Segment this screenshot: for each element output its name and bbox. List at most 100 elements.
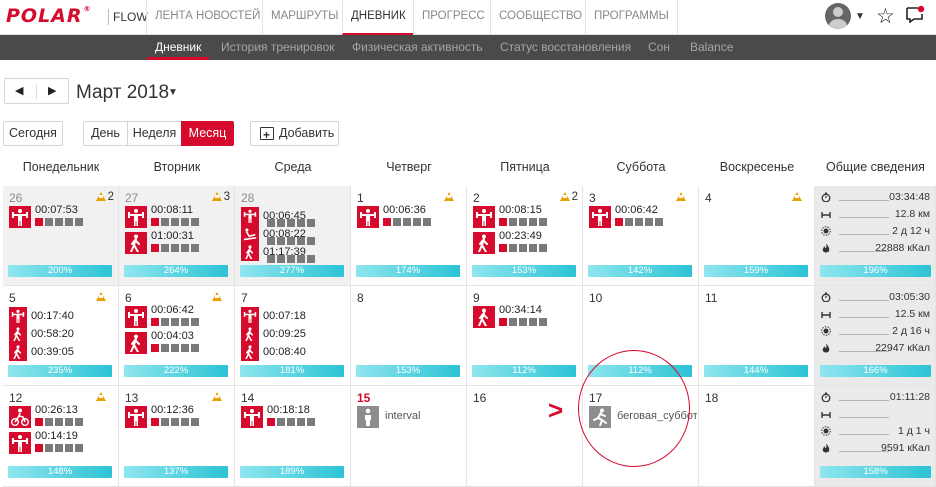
event-duration[interactable]: 00:08:15 bbox=[499, 204, 542, 216]
event-duration[interactable]: 00:34:14 bbox=[499, 304, 542, 316]
day-cell[interactable]: 3 00:06:42 142% bbox=[583, 186, 699, 286]
warning-indicator[interactable]: 3 bbox=[211, 191, 230, 203]
subnav-balance[interactable]: Balance bbox=[690, 35, 733, 60]
day-cell[interactable]: 8 153% bbox=[351, 286, 467, 386]
walking-icon[interactable] bbox=[241, 325, 259, 343]
warning-indicator[interactable] bbox=[96, 291, 106, 303]
walking-icon[interactable] bbox=[125, 332, 147, 354]
person-icon[interactable] bbox=[357, 406, 379, 428]
star-icon[interactable]: ☆ bbox=[876, 4, 895, 29]
nav-diary[interactable]: ДНЕВНИК bbox=[342, 0, 414, 35]
event-duration[interactable]: 01:00:31 bbox=[151, 230, 194, 242]
walking-icon[interactable] bbox=[9, 343, 27, 361]
month-selector[interactable]: Март 2018 bbox=[76, 82, 169, 104]
walking-icon[interactable] bbox=[473, 306, 495, 328]
day-cell[interactable]: 11 144% bbox=[699, 286, 815, 386]
walking-icon[interactable] bbox=[125, 232, 147, 254]
view-week-button[interactable]: Неделя bbox=[127, 121, 182, 146]
day-cell[interactable]: 9 00:34:14 112% bbox=[467, 286, 583, 386]
event-duration[interactable]: 00:58:20 bbox=[31, 328, 74, 340]
event-duration[interactable]: 00:14:19 bbox=[35, 430, 78, 442]
subnav-training-history[interactable]: История тренировок bbox=[221, 35, 335, 60]
event-duration[interactable]: 00:06:36 bbox=[383, 204, 426, 216]
subnav-diary[interactable]: Дневник bbox=[147, 35, 210, 60]
strength-icon[interactable] bbox=[241, 406, 263, 428]
day-cell[interactable]: 14 00:18:18 189% bbox=[235, 386, 351, 487]
strength-icon[interactable] bbox=[241, 307, 259, 325]
event-duration[interactable]: 00:12:36 bbox=[151, 404, 194, 416]
day-cell[interactable]: 5 00:17:40 00:58:20 00:39:05 235% bbox=[3, 286, 119, 386]
nav-progress[interactable]: ПРОГРЕСС bbox=[413, 0, 493, 35]
walking-icon[interactable] bbox=[9, 325, 27, 343]
warning-indicator[interactable] bbox=[96, 391, 106, 403]
strength-icon[interactable] bbox=[125, 206, 147, 228]
strength-icon[interactable] bbox=[9, 206, 31, 228]
strength-icon[interactable] bbox=[473, 206, 495, 228]
day-cell[interactable]: 13 00:12:36 137% bbox=[119, 386, 235, 487]
day-cell[interactable]: 15 interval bbox=[351, 386, 467, 487]
day-cell[interactable]: 6 00:06:42 00:04:03 222% bbox=[119, 286, 235, 386]
chevron-down-icon[interactable]: ▼ bbox=[168, 87, 178, 98]
day-cell[interactable]: 28 00:06:45 00:08:22 01:17:39 277% bbox=[235, 186, 351, 286]
day-cell[interactable]: 27 3 00:08:11 01:00:31 264% bbox=[119, 186, 235, 286]
day-cell[interactable]: 26 2 00:07:53 200% bbox=[3, 186, 119, 286]
event-duration[interactable]: 00:39:05 bbox=[31, 346, 74, 358]
strength-icon[interactable] bbox=[9, 307, 27, 325]
walking-icon[interactable] bbox=[473, 232, 495, 254]
user-avatar[interactable] bbox=[825, 3, 851, 29]
planned-event-title[interactable]: interval bbox=[385, 410, 465, 422]
warning-indicator[interactable]: 2 bbox=[95, 191, 114, 203]
view-day-button[interactable]: День bbox=[83, 121, 128, 146]
strength-icon[interactable] bbox=[125, 406, 147, 428]
strength-icon[interactable] bbox=[589, 206, 611, 228]
event-duration[interactable]: 00:04:03 bbox=[151, 330, 194, 342]
polar-logo[interactable]: POLAR® bbox=[6, 5, 92, 27]
day-cell[interactable]: 7 00:07:18 00:09:25 00:08:40 181% bbox=[235, 286, 351, 386]
add-button[interactable]: Добавить bbox=[250, 121, 339, 147]
day-cell[interactable]: 12 00:26:13 00:14:19 148% bbox=[3, 386, 119, 487]
nav-routes[interactable]: МАРШРУТЫ bbox=[262, 0, 346, 35]
chevron-down-icon[interactable]: ▼ bbox=[855, 11, 865, 22]
nav-feed[interactable]: ЛЕНТА НОВОСТЕЙ bbox=[146, 0, 268, 35]
event-duration[interactable]: 00:07:53 bbox=[35, 204, 78, 216]
walking-icon[interactable] bbox=[241, 343, 259, 361]
event-duration[interactable]: 00:17:40 bbox=[31, 310, 74, 322]
event-duration[interactable]: 00:06:42 bbox=[151, 304, 194, 316]
day-cell[interactable]: 18 bbox=[699, 386, 815, 487]
warning-indicator[interactable] bbox=[212, 291, 222, 303]
warning-indicator[interactable]: 2 bbox=[559, 191, 578, 203]
event-duration[interactable]: 00:23:49 bbox=[499, 230, 542, 242]
warning-indicator[interactable] bbox=[676, 191, 686, 203]
nav-programs[interactable]: ПРОГРАММЫ bbox=[585, 0, 678, 35]
strength-icon[interactable] bbox=[357, 206, 379, 228]
event-duration[interactable]: 00:18:18 bbox=[267, 404, 310, 416]
subnav-sleep[interactable]: Сон bbox=[648, 35, 670, 60]
today-button[interactable]: Сегодня bbox=[3, 121, 63, 146]
event-duration[interactable]: 00:06:42 bbox=[615, 204, 658, 216]
nav-community[interactable]: СООБЩЕСТВО bbox=[490, 0, 590, 35]
warning-indicator[interactable] bbox=[444, 191, 454, 203]
event-duration[interactable]: 00:26:13 bbox=[35, 404, 78, 416]
event-duration[interactable]: 00:08:40 bbox=[263, 346, 306, 358]
subnav-activity[interactable]: Физическая активность bbox=[352, 35, 483, 60]
walking-icon[interactable] bbox=[241, 243, 259, 261]
event-duration[interactable]: 00:09:25 bbox=[263, 328, 306, 340]
other-sport-icon[interactable] bbox=[241, 225, 259, 243]
strength-icon[interactable] bbox=[9, 432, 31, 454]
event-duration[interactable]: 00:08:11 bbox=[151, 204, 193, 216]
day-cell[interactable]: 1 00:06:36 174% bbox=[351, 186, 467, 286]
view-month-button[interactable]: Месяц bbox=[181, 121, 234, 146]
prev-month-icon[interactable]: ◀ bbox=[15, 84, 23, 97]
day-cell[interactable]: 16 bbox=[467, 386, 583, 487]
strength-icon[interactable] bbox=[241, 207, 259, 225]
day-cell[interactable]: 2 2 00:08:15 00:23:49 153% bbox=[467, 186, 583, 286]
day-cell[interactable]: 4 159% bbox=[699, 186, 815, 286]
subnav-recovery-status[interactable]: Статус восстановления bbox=[500, 35, 631, 60]
cycling-icon[interactable] bbox=[9, 406, 31, 428]
warning-indicator[interactable] bbox=[212, 391, 222, 403]
message-icon[interactable] bbox=[905, 5, 925, 23]
event-duration[interactable]: 00:07:18 bbox=[263, 310, 306, 322]
warning-indicator[interactable] bbox=[792, 191, 802, 203]
strength-icon[interactable] bbox=[125, 306, 147, 328]
next-month-icon[interactable]: ▶ bbox=[48, 84, 56, 97]
